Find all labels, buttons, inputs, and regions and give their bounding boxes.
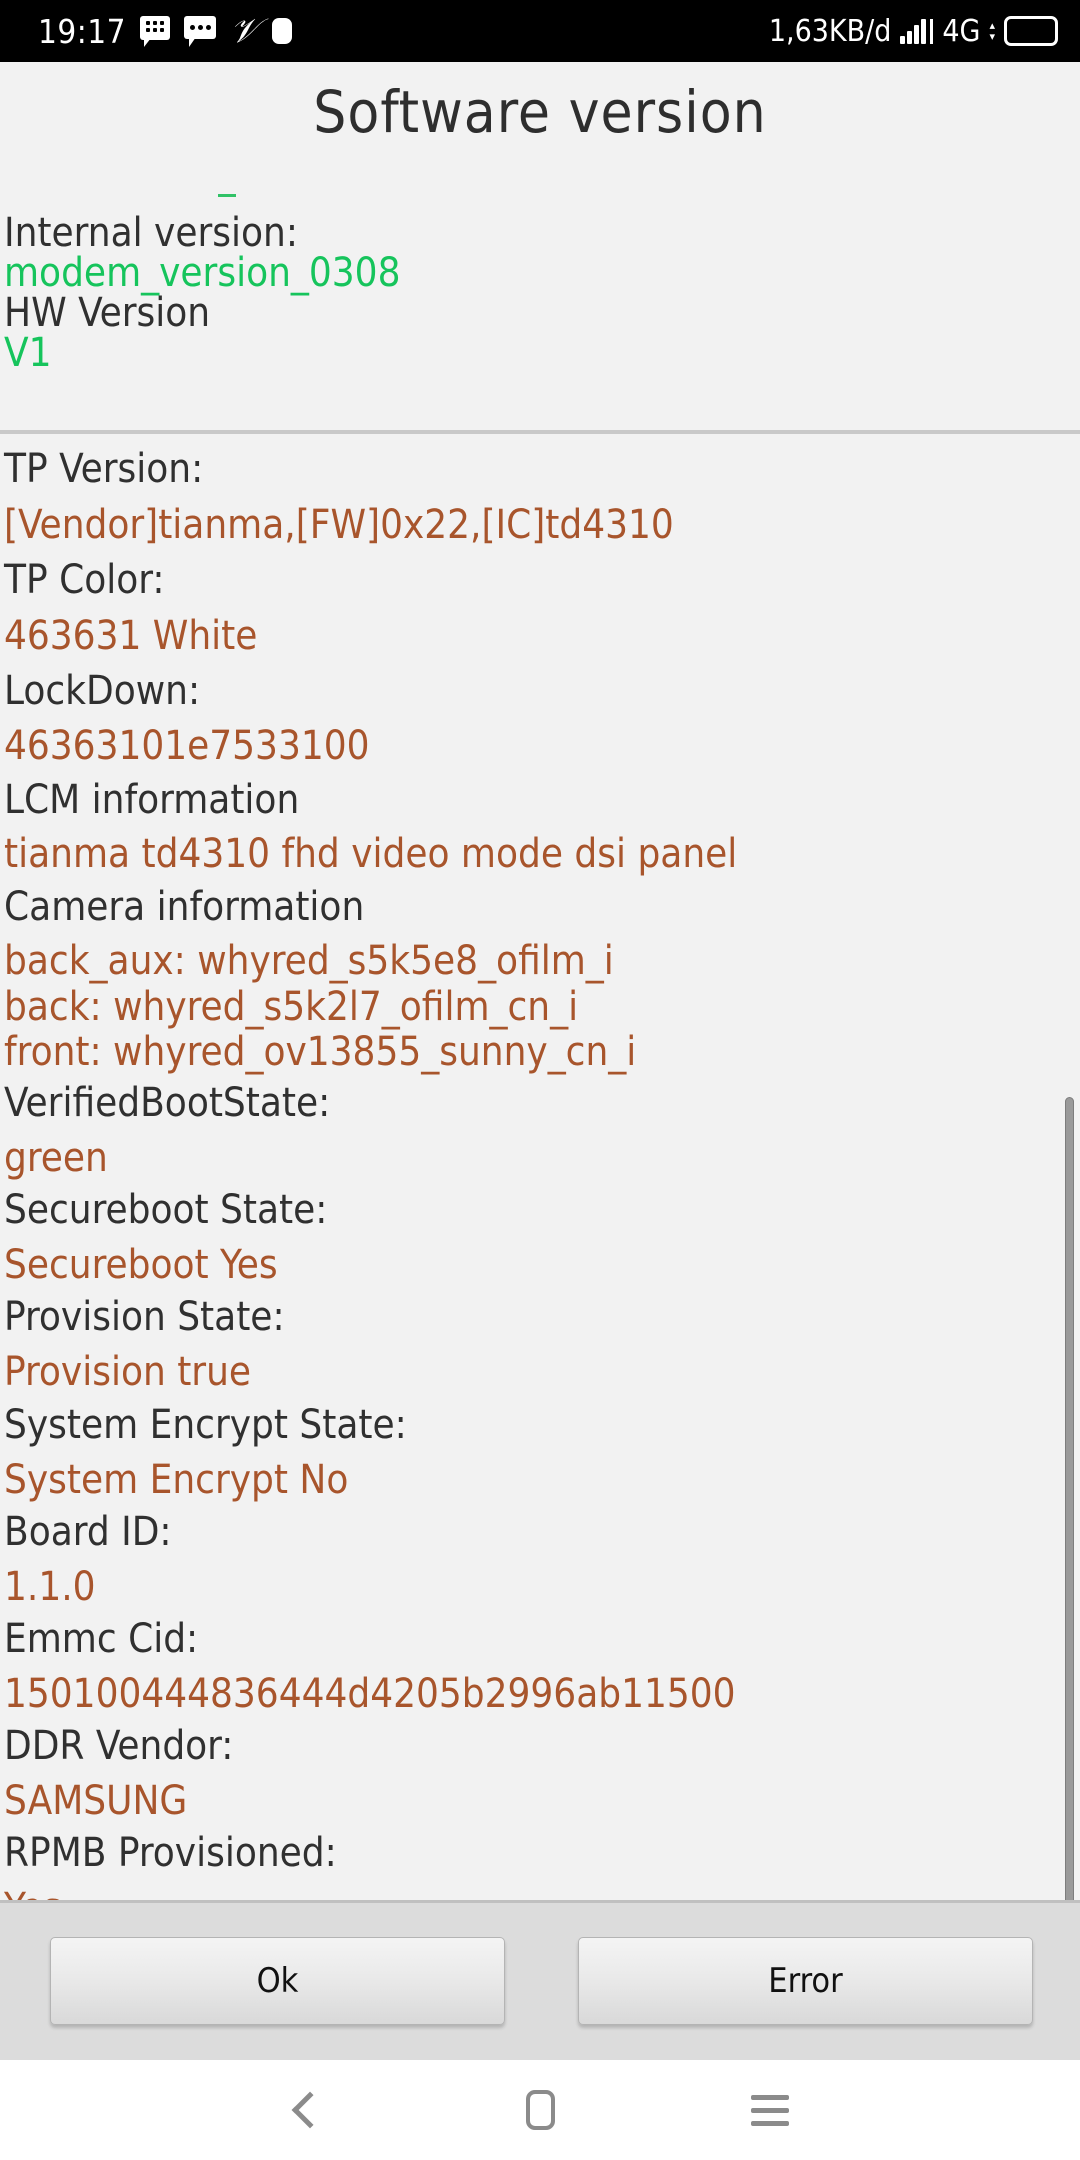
row-key-board-id: Board ID: bbox=[4, 1509, 172, 1555]
row-value-board-id: 1.1.0 bbox=[4, 1564, 96, 1610]
row-value-camera-back-aux: back_aux: whyred_s5k5e8_ofilm_i bbox=[4, 938, 614, 984]
row-key-tp-version: TP Version: bbox=[4, 446, 204, 492]
status-bar-right: 1,63KB/d 4G ▴ ▾ bbox=[769, 14, 1058, 49]
phone-screen: 19:17 𝒱 1,63KB/d 4G ▴ ▾ Software version… bbox=[0, 0, 1080, 2160]
vertical-scrollbar[interactable] bbox=[1065, 1097, 1074, 1955]
bbm-icon bbox=[140, 16, 171, 47]
data-arrows-icon: ▴ ▾ bbox=[989, 18, 995, 43]
row-value-ddr-vendor: SAMSUNG bbox=[4, 1778, 188, 1824]
data-rate-label: 1,63KB/d bbox=[768, 13, 892, 49]
software-version-dialog: Software version Internal version: modem… bbox=[0, 62, 1080, 1962]
row-key-ddr-vendor: DDR Vendor: bbox=[4, 1723, 234, 1769]
status-clock: 19:17 bbox=[38, 11, 127, 51]
status-bar-left: 19:17 𝒱 bbox=[38, 12, 769, 51]
row-value-emmc-cid: 150100444836444d4205b2996ab11500 bbox=[4, 1671, 736, 1717]
home-icon[interactable] bbox=[485, 2060, 595, 2160]
row-key-emmc-cid: Emmc Cid: bbox=[4, 1616, 199, 1662]
back-icon[interactable] bbox=[255, 2060, 365, 2160]
row-value-hw-version: V1 bbox=[4, 330, 52, 376]
row-value-provision-state: Provision true bbox=[4, 1349, 252, 1395]
section-divider bbox=[0, 430, 1080, 434]
row-key-tp-color: TP Color: bbox=[4, 557, 165, 603]
page-title: Software version bbox=[313, 78, 767, 146]
row-key-secureboot-state: Secureboot State: bbox=[4, 1187, 328, 1233]
row-key-verified-boot-state: VerifiedBootState: bbox=[4, 1080, 331, 1126]
row-value-system-encrypt-state: System Encrypt No bbox=[4, 1457, 349, 1503]
dialog-button-bar: Ok Error bbox=[0, 1900, 1080, 2060]
row-value-secureboot-state: Secureboot Yes bbox=[4, 1242, 278, 1288]
viber-icon: 𝒱 bbox=[230, 11, 259, 51]
title-underscore-artifact bbox=[218, 194, 236, 197]
row-value-lockdown: 46363101e7533100 bbox=[4, 723, 370, 769]
row-value-verified-boot-state: green bbox=[4, 1135, 108, 1181]
error-button[interactable]: Error bbox=[578, 1937, 1033, 2025]
pill-icon bbox=[272, 18, 293, 44]
row-value-camera-back: back: whyred_s5k2l7_ofilm_cn_i bbox=[4, 984, 579, 1030]
row-value-tp-version: [Vendor]tianma,[FW]0x22,[IC]td4310 bbox=[4, 502, 674, 548]
ok-button[interactable]: Ok bbox=[50, 1937, 505, 2025]
row-value-lcm-information: tianma td4310 fhd video mode dsi panel bbox=[4, 831, 738, 877]
sms-icon bbox=[184, 16, 217, 47]
signal-icon bbox=[900, 18, 934, 44]
row-key-provision-state: Provision State: bbox=[4, 1294, 285, 1340]
status-bar: 19:17 𝒱 1,63KB/d 4G ▴ ▾ bbox=[0, 0, 1080, 62]
row-value-tp-color: 463631 White bbox=[4, 613, 258, 659]
row-key-system-encrypt-state: System Encrypt State: bbox=[4, 1402, 407, 1448]
row-key-lockdown: LockDown: bbox=[4, 668, 201, 714]
network-type-label: 4G bbox=[942, 13, 981, 49]
battery-icon bbox=[1004, 16, 1058, 46]
menu-icon[interactable] bbox=[715, 2060, 825, 2160]
system-navigation-bar: Mi Comm c.mi.com bbox=[0, 2060, 1080, 2160]
row-key-camera-information: Camera information bbox=[4, 884, 365, 930]
row-key-lcm-information: LCM information bbox=[4, 777, 300, 823]
row-value-camera-front: front: whyred_ov13855_sunny_cn_i bbox=[4, 1029, 637, 1075]
row-key-rpmb-provisioned: RPMB Provisioned: bbox=[4, 1830, 337, 1876]
